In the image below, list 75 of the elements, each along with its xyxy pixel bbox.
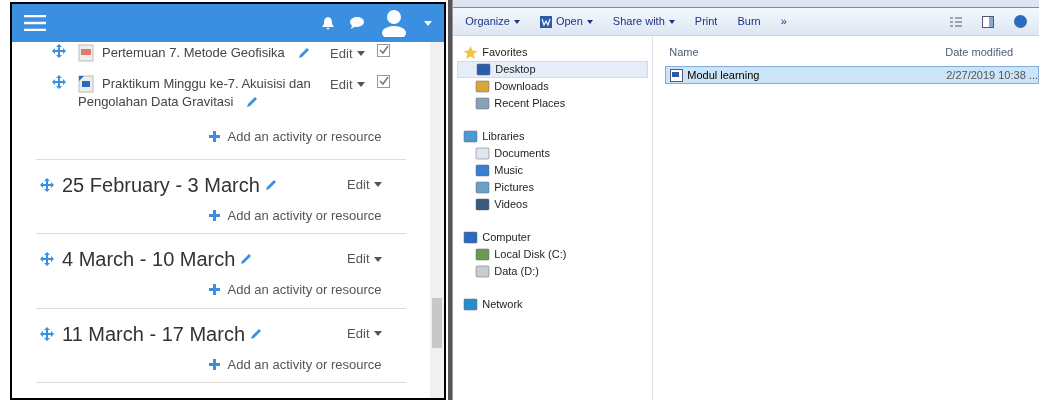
user-avatar-icon[interactable] bbox=[379, 9, 408, 37]
nav-item[interactable]: Videos bbox=[457, 196, 649, 213]
add-activity-link[interactable]: Add an activity or resource bbox=[227, 280, 382, 300]
add-activity-link[interactable]: Add an activity or resource bbox=[227, 127, 382, 147]
word-icon bbox=[539, 15, 552, 28]
caret-icon bbox=[373, 182, 382, 187]
pencil-icon[interactable] bbox=[249, 326, 264, 341]
pencil-icon[interactable] bbox=[263, 177, 278, 192]
file-date: 2/27/2019 10:38 ... bbox=[945, 67, 1038, 83]
file-name: Modul learning bbox=[687, 67, 760, 83]
nav-item[interactable]: Desktop bbox=[457, 61, 649, 78]
section-title: 11 March - 17 March bbox=[62, 320, 340, 347]
plus-icon bbox=[208, 209, 220, 221]
caret-icon bbox=[373, 331, 382, 336]
view-options-icon[interactable] bbox=[950, 16, 962, 27]
plus-icon bbox=[208, 358, 220, 370]
activity-link[interactable]: Pertemuan 7. Metode Geofisika bbox=[78, 44, 311, 62]
move-icon[interactable] bbox=[40, 326, 54, 341]
menu-icon[interactable] bbox=[24, 15, 46, 31]
section-title: 25 February - 3 March bbox=[62, 171, 340, 198]
chat-icon[interactable] bbox=[349, 17, 364, 29]
edit-menu[interactable]: Edit bbox=[347, 249, 382, 269]
file-row[interactable]: Modul learning 2/27/2019 10:38 ... bbox=[665, 66, 1039, 84]
nav-group[interactable]: Favorites bbox=[453, 44, 653, 61]
caret-icon bbox=[373, 256, 382, 262]
word-document-icon bbox=[78, 75, 94, 93]
completion-checkbox[interactable] bbox=[376, 75, 390, 88]
edit-menu[interactable]: Edit bbox=[347, 174, 382, 195]
move-icon[interactable] bbox=[52, 44, 66, 58]
toolbar-menu[interactable]: Organize bbox=[465, 13, 520, 30]
bell-icon[interactable] bbox=[321, 16, 334, 30]
toolbar-button[interactable]: » bbox=[780, 13, 787, 30]
completion-checkbox[interactable] bbox=[376, 44, 390, 57]
column-header[interactable]: Date modified bbox=[865, 44, 1039, 62]
move-icon[interactable] bbox=[52, 75, 66, 89]
caret-icon bbox=[513, 19, 520, 24]
column-header[interactable]: Name bbox=[665, 44, 866, 62]
nav-group[interactable]: Computer bbox=[453, 229, 653, 246]
toolbar-button[interactable]: Burn bbox=[737, 13, 761, 30]
edit-menu[interactable]: Edit bbox=[330, 75, 365, 95]
nav-group[interactable]: Libraries bbox=[453, 128, 653, 145]
pencil-icon[interactable] bbox=[239, 252, 254, 266]
add-activity-link[interactable]: Add an activity or resource bbox=[227, 205, 382, 225]
preview-pane-icon[interactable] bbox=[982, 15, 994, 28]
open-button[interactable]: Open bbox=[539, 13, 593, 30]
pencil-icon[interactable] bbox=[296, 46, 311, 60]
document-icon bbox=[78, 44, 94, 62]
move-icon[interactable] bbox=[40, 177, 54, 192]
activity-link[interactable]: Praktikum Minggu ke-7. Akuisisi dan Pengolahan Data Gravitasi bbox=[78, 75, 311, 111]
add-activity-link[interactable]: Add an activity or resource bbox=[227, 354, 382, 374]
toolbar-button[interactable]: Print bbox=[694, 13, 718, 30]
pencil-icon[interactable] bbox=[245, 95, 260, 109]
nav-group[interactable]: Network bbox=[453, 296, 653, 313]
section-title: 4 March - 10 March bbox=[62, 246, 340, 272]
nav-item[interactable]: Documents bbox=[457, 145, 649, 162]
plus-icon bbox=[208, 284, 220, 296]
edit-menu[interactable]: Edit bbox=[347, 323, 382, 344]
caret-icon bbox=[586, 19, 593, 24]
star-icon bbox=[463, 46, 479, 59]
plus-icon bbox=[208, 131, 220, 143]
nav-item[interactable]: Data (D:) bbox=[457, 263, 649, 280]
move-icon[interactable] bbox=[40, 252, 54, 266]
edit-menu[interactable]: Edit bbox=[330, 44, 365, 64]
caret-icon bbox=[356, 51, 365, 57]
caret-icon bbox=[668, 19, 675, 24]
nav-item[interactable]: Music bbox=[457, 162, 649, 179]
scrollbar[interactable] bbox=[429, 42, 444, 398]
nav-item[interactable]: Local Disk (C:) bbox=[457, 246, 649, 263]
nav-item[interactable]: Downloads bbox=[457, 78, 649, 95]
nav-item[interactable]: Recent Places bbox=[457, 95, 649, 112]
nav-item[interactable]: Pictures bbox=[457, 179, 649, 196]
caret-icon[interactable] bbox=[423, 20, 432, 26]
word-document-icon bbox=[670, 68, 684, 82]
caret-icon bbox=[356, 82, 365, 88]
toolbar-menu[interactable]: Share with bbox=[612, 13, 675, 30]
